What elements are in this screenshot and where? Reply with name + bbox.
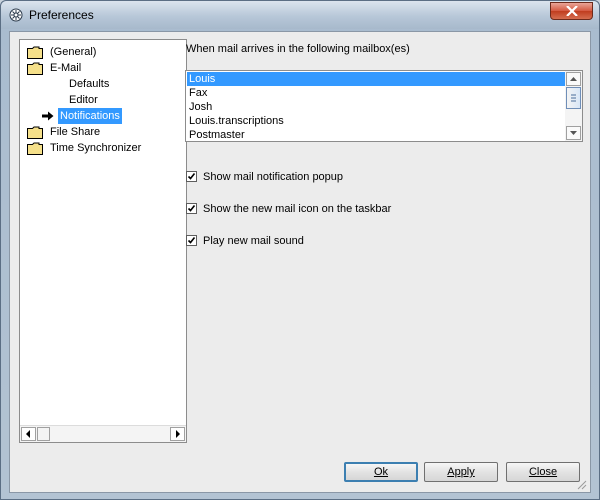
title-bar[interactable]: Preferences	[1, 1, 599, 29]
app-gear-icon	[9, 8, 23, 22]
checkmark-icon	[187, 173, 196, 180]
resize-grip-icon[interactable]	[575, 478, 587, 490]
list-item-postmaster[interactable]: Postmaster	[187, 128, 565, 141]
tree-item-notifications[interactable]: Notifications	[20, 108, 140, 124]
folder-icon	[27, 62, 43, 75]
popup-label: Show mail notification popup	[203, 171, 344, 183]
apply-button-label: Apply	[447, 466, 475, 478]
folder-icon	[27, 46, 43, 59]
sound-checkbox[interactable]	[186, 235, 197, 246]
tree-item-label: Notifications	[58, 108, 122, 124]
close-button[interactable]: Close	[506, 462, 580, 482]
scroll-up-button[interactable]	[566, 72, 581, 86]
list-item-louis[interactable]: Louis	[187, 72, 565, 86]
preferences-window: Preferences (General) E-Mail Defaults Ed…	[0, 0, 600, 500]
folder-icon	[27, 126, 43, 139]
taskbar-label: Show the new mail icon on the taskbar	[203, 203, 392, 215]
chevron-down-icon	[570, 131, 577, 135]
close-icon	[566, 6, 578, 16]
mailbox-vertical-scrollbar[interactable]	[565, 71, 582, 141]
mailbox-prompt: When mail arrives in the following mailb…	[186, 43, 410, 55]
popup-checkbox[interactable]	[186, 171, 197, 182]
folder-icon	[27, 142, 43, 155]
checkmark-icon	[187, 237, 196, 244]
close-button-label: Close	[528, 466, 558, 478]
tree-item-label: (General)	[50, 46, 97, 58]
tree-item-label: File Share	[50, 126, 101, 138]
scroll-left-button[interactable]	[21, 427, 36, 441]
list-item-louis-transcriptions[interactable]: Louis.transcriptions	[187, 114, 565, 128]
window-title: Preferences	[29, 8, 94, 22]
category-tree[interactable]: (General) E-Mail Defaults Editor Notific…	[19, 39, 187, 443]
apply-button[interactable]: Apply	[424, 462, 498, 482]
window-close-button[interactable]	[550, 2, 593, 20]
checkmark-icon	[187, 205, 196, 212]
grip-icon	[571, 94, 576, 102]
chevron-right-icon	[176, 430, 180, 438]
tree-item-label: Defaults	[69, 78, 110, 90]
scroll-thumb[interactable]	[566, 87, 581, 109]
ok-button[interactable]: Ok	[344, 462, 418, 482]
scroll-thumb[interactable]	[37, 427, 50, 441]
chevron-left-icon	[26, 430, 30, 438]
sound-label: Play new mail sound	[203, 235, 304, 247]
mailbox-list[interactable]: Louis Fax Josh Louis.transcriptions Post…	[185, 70, 583, 142]
dialog-client-area: (General) E-Mail Defaults Editor Notific…	[9, 31, 591, 493]
scroll-right-button[interactable]	[170, 427, 185, 441]
tree-horizontal-scrollbar[interactable]	[20, 425, 186, 442]
ok-button-label: Ok	[373, 466, 389, 478]
taskbar-checkbox[interactable]	[186, 203, 197, 214]
scroll-down-button[interactable]	[566, 126, 581, 140]
arrow-right-icon	[42, 111, 54, 121]
chevron-up-icon	[570, 77, 577, 81]
list-item-fax[interactable]: Fax	[187, 86, 565, 100]
tree-item-label: Editor	[69, 94, 98, 106]
list-item-josh[interactable]: Josh	[187, 100, 565, 114]
tree-item-label: Time Synchronizer	[50, 142, 142, 154]
tree-item-label: E-Mail	[50, 62, 82, 74]
